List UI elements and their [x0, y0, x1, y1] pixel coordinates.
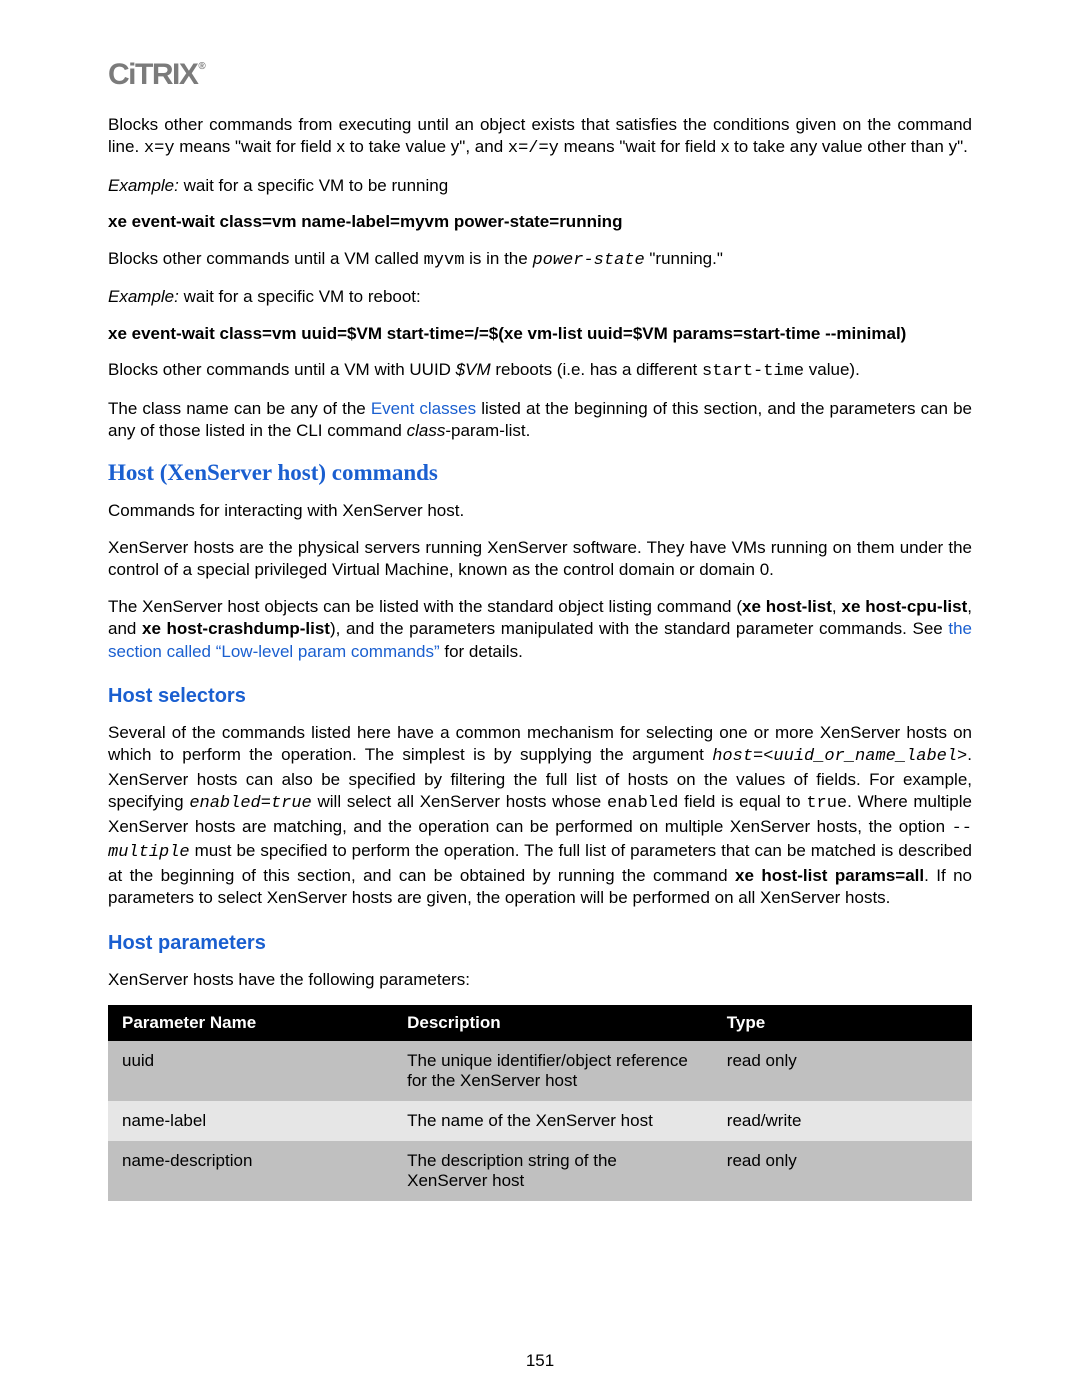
cell-description: The description string of the XenServer … — [393, 1141, 713, 1201]
subsection-heading-host-selectors: Host selectors — [108, 685, 972, 708]
parameters-table: Parameter Name Description Type uuid The… — [108, 1005, 972, 1201]
cell-description: The name of the XenServer host — [393, 1101, 713, 1141]
example-line: Example: wait for a specific VM to be ru… — [108, 175, 972, 197]
inline-code: true — [806, 794, 847, 813]
inline-code: myvm — [424, 251, 465, 270]
cell-type: read only — [713, 1141, 972, 1201]
text: means "wait for field x to take value y"… — [175, 137, 508, 156]
emphasis: class — [407, 421, 446, 440]
table-header-row: Parameter Name Description Type — [108, 1005, 972, 1041]
cell-param-name: name-description — [108, 1141, 393, 1201]
cell-type: read/write — [713, 1101, 972, 1141]
paragraph: The class name can be any of the Event c… — [108, 398, 972, 443]
command-name: xe host-list params=all — [735, 866, 924, 885]
cell-type: read only — [713, 1041, 972, 1101]
col-header-description: Description — [393, 1005, 713, 1041]
document-page: CiTRIX® Blocks other commands from execu… — [0, 0, 1080, 1397]
paragraph: XenServer hosts have the following param… — [108, 969, 972, 991]
text: -param-list. — [445, 421, 530, 440]
text: Blocks other commands until a VM called — [108, 249, 424, 268]
text: for details. — [440, 642, 523, 661]
col-header-name: Parameter Name — [108, 1005, 393, 1041]
paragraph: Blocks other commands from executing unt… — [108, 114, 972, 161]
text: will select all XenServer hosts whose — [312, 792, 607, 811]
paragraph: XenServer hosts are the physical servers… — [108, 537, 972, 582]
text: wait for a specific VM to reboot: — [179, 287, 421, 306]
command-line: xe event-wait class=vm name-label=myvm p… — [108, 211, 972, 233]
text: The XenServer host objects can be listed… — [108, 597, 742, 616]
text: Blocks other commands until a VM with UU… — [108, 360, 456, 379]
text: wait for a specific VM to be running — [179, 176, 448, 195]
paragraph: Commands for interacting with XenServer … — [108, 500, 972, 522]
col-header-type: Type — [713, 1005, 972, 1041]
page-number: 151 — [0, 1351, 1080, 1371]
table-row: name-label The name of the XenServer hos… — [108, 1101, 972, 1141]
example-label: Example: — [108, 287, 179, 306]
emphasis: $VM — [456, 360, 491, 379]
text: "running." — [645, 249, 723, 268]
text: field is equal to — [678, 792, 806, 811]
inline-code: start-time — [702, 362, 804, 381]
text: , — [832, 597, 842, 616]
paragraph: Blocks other commands until a VM with UU… — [108, 359, 972, 383]
command-line: xe event-wait class=vm uuid=$VM start-ti… — [108, 323, 972, 345]
subsection-heading-host-parameters: Host parameters — [108, 932, 972, 955]
example-label: Example: — [108, 176, 179, 195]
text: is in the — [464, 249, 532, 268]
inline-code: x=y — [144, 139, 175, 158]
cell-description: The unique identifier/object reference f… — [393, 1041, 713, 1101]
paragraph: The XenServer host objects can be listed… — [108, 596, 972, 663]
text: value). — [804, 360, 860, 379]
paragraph: Several of the commands listed here have… — [108, 722, 972, 910]
event-classes-link[interactable]: Event classes — [371, 399, 476, 418]
inline-code: x=/=y — [508, 139, 559, 158]
section-heading-host-commands: Host (XenServer host) commands — [108, 460, 972, 486]
inline-code: power-state — [532, 251, 644, 270]
table-row: name-description The description string … — [108, 1141, 972, 1201]
command-name: xe host-cpu-list — [842, 597, 968, 616]
command-name: xe host-list — [742, 597, 832, 616]
text: The class name can be any of the — [108, 399, 371, 418]
text: reboots (i.e. has a different — [491, 360, 702, 379]
paragraph: Blocks other commands until a VM called … — [108, 248, 972, 272]
cell-param-name: name-label — [108, 1101, 393, 1141]
citrix-logo: CiTRIX® — [108, 58, 204, 92]
command-name: xe host-crashdump-list — [142, 619, 330, 638]
text: means "wait for field x to take any valu… — [559, 137, 968, 156]
example-line: Example: wait for a specific VM to reboo… — [108, 286, 972, 308]
inline-code: enabled=true — [189, 794, 311, 813]
cell-param-name: uuid — [108, 1041, 393, 1101]
inline-code: enabled — [607, 794, 678, 813]
table-row: uuid The unique identifier/object refere… — [108, 1041, 972, 1101]
inline-code: host=<uuid_or_name_label> — [712, 747, 967, 766]
text: ), and the parameters manipulated with t… — [330, 619, 948, 638]
